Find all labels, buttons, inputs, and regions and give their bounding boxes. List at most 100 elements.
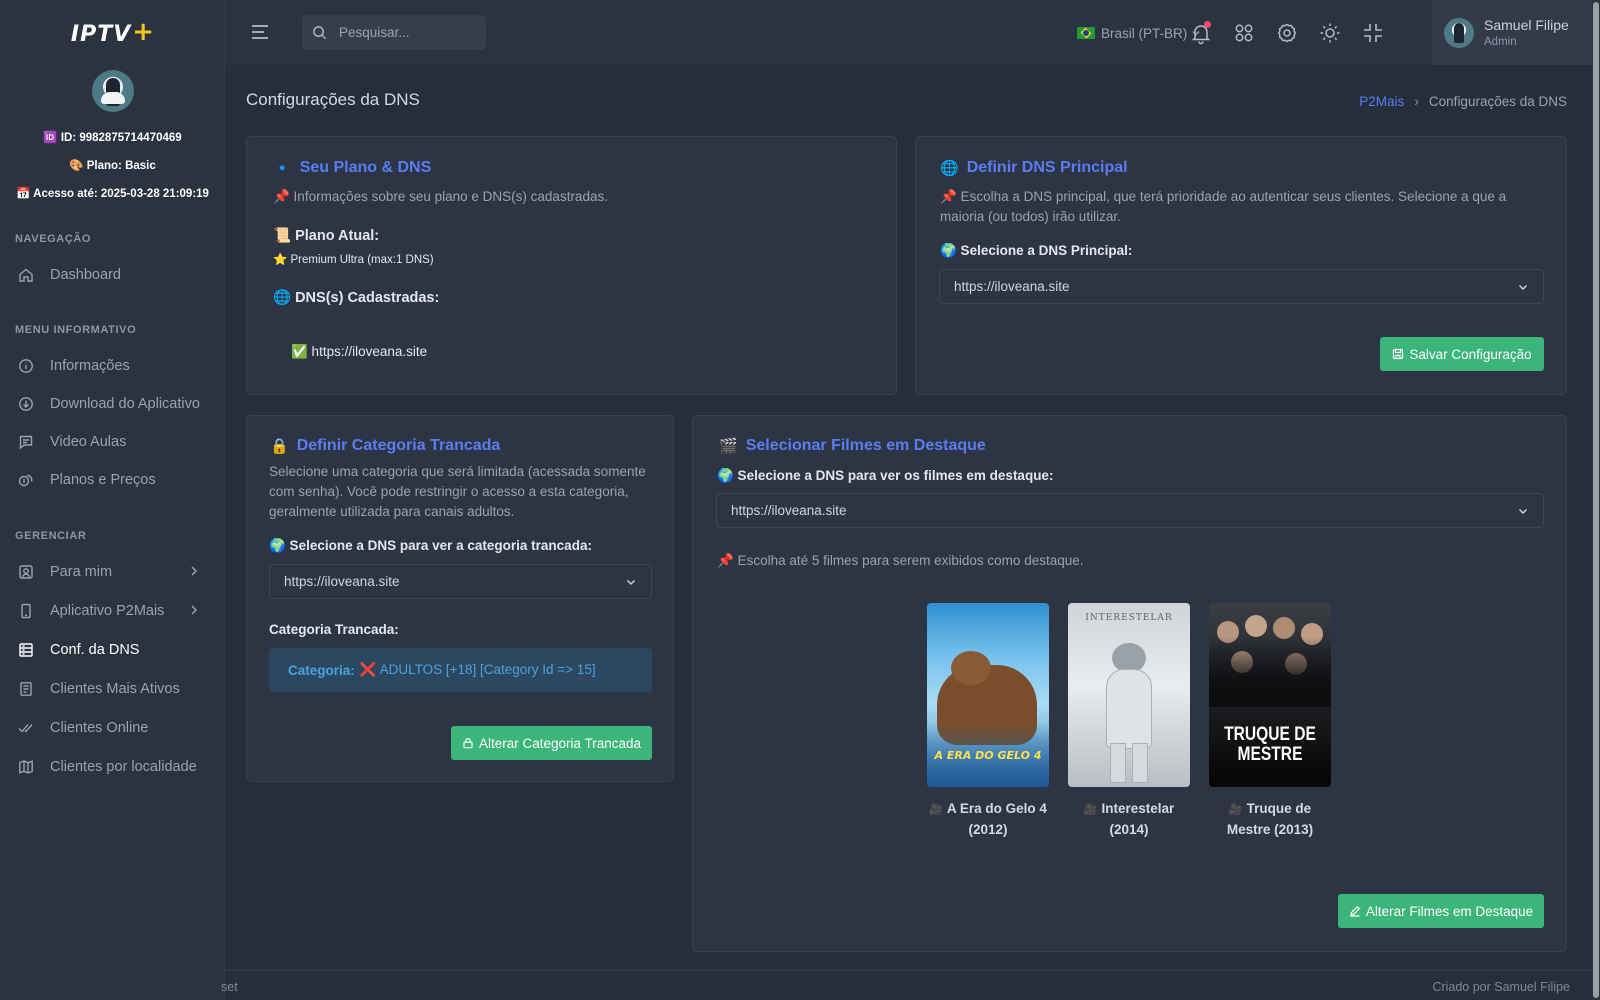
sidebar-item-label: Video Aulas xyxy=(50,434,127,450)
dns-list-label: 🌐 DNS(s) Cadastradas: xyxy=(273,290,440,306)
topbar: Brasil (PT-BR) Samuel Filipe Admin xyxy=(225,0,1592,65)
fullscreen-button[interactable] xyxy=(1361,21,1385,45)
avatar xyxy=(1444,17,1474,48)
card-title-text: Seu Plano & DNS xyxy=(299,159,432,176)
account-access: 📅 Acesso até: 2025-03-28 21:09:19 xyxy=(16,188,209,200)
camera-icon: 🎥 xyxy=(929,804,943,816)
theme-toggle-button[interactable] xyxy=(1318,21,1342,45)
breadcrumb-separator: › xyxy=(1414,93,1419,109)
main-dns-select[interactable]: https://iloveana.site xyxy=(939,269,1544,304)
settings-button[interactable] xyxy=(1275,21,1299,45)
section-navegacao: NAVEGAÇÃO xyxy=(15,233,92,245)
sidebar-item-clientes-localidade[interactable]: Clientes por localidade xyxy=(0,749,225,785)
notification-badge xyxy=(1204,21,1211,28)
card-title: 🌐 Definir DNS Principal xyxy=(940,159,1128,177)
sidebar-item-clientes-ativos[interactable]: Clientes Mais Ativos xyxy=(0,671,225,707)
search-icon xyxy=(313,26,327,40)
card-description: Selecione uma categoria que será limitad… xyxy=(269,464,646,519)
sidebar-item-para-mim[interactable]: Para mim xyxy=(0,554,225,590)
diamond-icon: 🔹 xyxy=(273,160,292,177)
category-label: Categoria Trancada: xyxy=(269,622,399,637)
locked-category-card: 🔒 Definir Categoria Trancada Selecione u… xyxy=(246,415,674,782)
save-config-button[interactable]: Salvar Configuração xyxy=(1380,337,1544,371)
message-icon xyxy=(18,434,34,450)
account-id: 🆔 ID: 9982875714470469 xyxy=(43,132,182,144)
breadcrumb-current: Configurações da DNS xyxy=(1428,93,1567,109)
chevron-down-icon xyxy=(1518,284,1528,291)
account-plan: 🎨 Plano: Basic xyxy=(69,160,156,172)
movie-poster: A ERA DO GELO 4 xyxy=(927,603,1049,787)
sidebar-item-conf-dns[interactable]: Conf. da DNS xyxy=(0,632,225,668)
menu-toggle-icon[interactable] xyxy=(250,22,270,42)
user-menu[interactable]: Samuel Filipe Admin xyxy=(1432,0,1592,65)
sidebar-item-clientes-online[interactable]: Clientes Online xyxy=(0,710,225,746)
footer: set Criado por Samuel Filipe xyxy=(221,970,1592,1000)
sidebar-item-label: Informações xyxy=(50,358,130,374)
sidebar-item-informacoes[interactable]: Informações xyxy=(0,348,225,384)
card-title: 🔹 Seu Plano & DNS xyxy=(273,159,431,177)
notifications-button[interactable] xyxy=(1189,21,1213,45)
movies-dns-select[interactable]: https://iloveana.site xyxy=(716,493,1544,528)
sidebar-item-aplicativo[interactable]: Aplicativo P2Mais xyxy=(0,593,225,629)
category-alert: Categoria: ❌ ADULTOS [+18] [Category Id … xyxy=(269,648,652,692)
scrollbar-thumb[interactable] xyxy=(1593,2,1599,998)
camera-icon: 🎥 xyxy=(1228,804,1243,816)
change-locked-category-button[interactable]: Alterar Categoria Trancada xyxy=(451,726,652,760)
globe-icon: 🌐 xyxy=(940,160,959,177)
breadcrumb: P2Mais › Configurações da DNS xyxy=(1359,93,1567,109)
select-value: https://iloveana.site xyxy=(954,279,1070,294)
sidebar-item-label: Clientes Online xyxy=(50,720,149,736)
user-name: Samuel Filipe xyxy=(1484,17,1569,33)
locked-dns-select[interactable]: https://iloveana.site xyxy=(269,564,652,599)
button-label: Alterar Categoria Trancada xyxy=(478,735,642,751)
lock-icon: 🔒 xyxy=(270,438,289,455)
scrollbar[interactable] xyxy=(1592,0,1600,1000)
breadcrumb-link[interactable]: P2Mais xyxy=(1359,94,1404,109)
sidebar-avatar xyxy=(92,70,134,112)
card-title-text: Selecionar Filmes em Destaque xyxy=(745,437,986,454)
footer-left: set xyxy=(221,980,238,994)
camera-icon: 🎥 xyxy=(1083,804,1098,816)
button-label: Alterar Filmes em Destaque xyxy=(1365,903,1534,919)
sidebar-item-dashboard[interactable]: Dashboard xyxy=(0,257,225,293)
language-label: Brasil (PT-BR) xyxy=(1101,25,1188,41)
page-title: Configurações da DNS xyxy=(246,90,420,109)
brazil-flag-icon xyxy=(1077,27,1095,39)
sidebar-item-label: Clientes por localidade xyxy=(50,759,197,775)
movie-caption: 🎥 Truque de Mestre (2013) xyxy=(1209,799,1331,839)
minimize-icon xyxy=(1364,24,1382,42)
sun-icon xyxy=(1320,23,1340,43)
user-role: Admin xyxy=(1484,36,1517,48)
poster-text: A ERA DO GELO 4 xyxy=(934,749,1042,762)
select-label: 🌍 Selecione a DNS para ver a categoria t… xyxy=(269,538,592,553)
gear-icon xyxy=(1277,23,1297,43)
select-label: 🌍 Selecione a DNS para ver os filmes em … xyxy=(717,468,1054,483)
sidebar-item-label: Download do Aplicativo xyxy=(50,396,200,412)
apps-button[interactable] xyxy=(1232,21,1256,45)
pencil-icon xyxy=(1350,905,1360,917)
dns-list-item: ✅ https://iloveana.site xyxy=(291,344,428,359)
logo[interactable]: IPTV + xyxy=(0,16,225,52)
movie-card[interactable]: A ERA DO GELO 4 🎥 A Era do Gelo 4 (2012) xyxy=(927,603,1049,839)
sidebar-item-label: Para mim xyxy=(50,564,113,580)
movie-card[interactable]: TRUQUE DE MESTRE 🎥 Truque de Mestre (2013… xyxy=(1209,603,1331,839)
sidebar-item-label: Planos e Preços xyxy=(50,472,156,488)
language-selector[interactable]: Brasil (PT-BR) xyxy=(1077,24,1201,42)
movies-hint: 📌 Escolha até 5 filmes para serem exibid… xyxy=(717,553,1084,568)
plan-label: 📜 Plano Atual: xyxy=(273,228,380,244)
movie-title: Truque de xyxy=(1246,801,1312,816)
home-icon xyxy=(18,267,34,283)
double-check-icon xyxy=(18,720,34,736)
sidebar-item-download[interactable]: Download do Aplicativo xyxy=(0,386,225,422)
card-title: 🎬 Selecionar Filmes em Destaque xyxy=(719,437,986,455)
movie-card[interactable]: INTERESTELAR 🎥 Interestelar (2014) xyxy=(1068,603,1190,839)
sidebar-item-planos[interactable]: Planos e Preços xyxy=(0,462,225,498)
section-gerenciar: GERENCIAR xyxy=(15,530,87,542)
poster-text: INTERESTELAR xyxy=(1085,613,1173,623)
change-featured-movies-button[interactable]: Alterar Filmes em Destaque xyxy=(1338,894,1544,928)
search-box xyxy=(302,15,486,50)
sidebar-item-label: Conf. da DNS xyxy=(50,642,140,658)
chevron-down-icon xyxy=(626,579,636,586)
sidebar-item-video-aulas[interactable]: Video Aulas xyxy=(0,424,225,460)
search-input[interactable] xyxy=(339,25,479,40)
